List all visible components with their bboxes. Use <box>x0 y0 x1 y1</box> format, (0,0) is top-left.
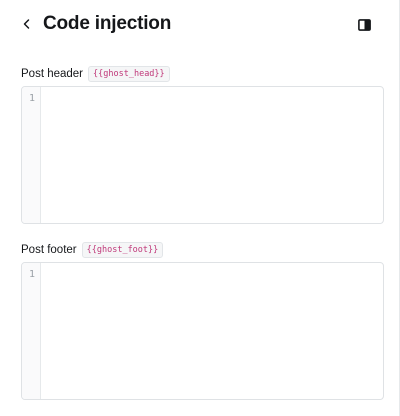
line-number: 1 <box>28 93 35 104</box>
ghost-foot-tag: {{ghost_foot}} <box>81 242 164 258</box>
post-header-label-row: Post header {{ghost_head}} <box>21 66 170 82</box>
post-footer-editor[interactable]: 1 <box>21 262 384 400</box>
ghost-head-tag: {{ghost_head}} <box>88 66 170 82</box>
page-title: Code injection <box>43 13 172 34</box>
post-header-gutter: 1 <box>22 87 41 223</box>
post-footer-gutter: 1 <box>22 263 41 399</box>
panel-header: Code injection <box>0 0 400 48</box>
sidebar-toggle-icon <box>357 19 371 31</box>
sidebar-toggle-button[interactable] <box>356 17 372 33</box>
line-number: 1 <box>28 269 35 280</box>
chevron-left-icon <box>23 19 30 29</box>
post-footer-label-row: Post footer {{ghost_foot}} <box>21 242 164 258</box>
post-header-label: Post header <box>21 68 84 80</box>
post-footer-label: Post footer <box>21 244 77 256</box>
back-button[interactable] <box>18 14 36 34</box>
code-injection-panel: Code injection Post header {{ghost_head}… <box>0 0 400 416</box>
post-header-editor[interactable]: 1 <box>21 86 384 224</box>
